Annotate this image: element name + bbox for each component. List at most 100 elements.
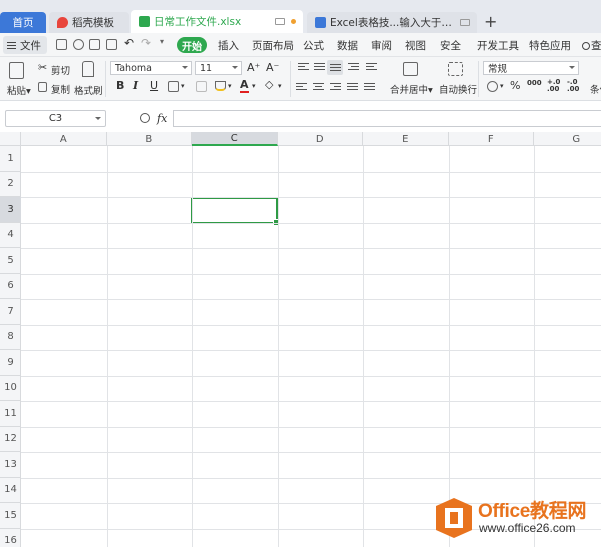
- tab-docer-templates[interactable]: 稻壳模板: [49, 12, 129, 33]
- increase-decimal-button[interactable]: +.0 .00: [547, 79, 560, 93]
- select-all-corner[interactable]: [0, 132, 21, 146]
- menu-security[interactable]: 安全: [440, 38, 461, 53]
- distributed-align-icon[interactable]: [364, 83, 375, 92]
- row-header-10[interactable]: 10: [0, 376, 21, 401]
- row-header-5[interactable]: 5: [0, 248, 21, 274]
- conditional-format-button[interactable]: 条件: [590, 82, 601, 96]
- decrease-decimal-button[interactable]: -.0 .00: [567, 79, 579, 93]
- window-icon[interactable]: [275, 18, 285, 25]
- active-cell[interactable]: [191, 197, 279, 225]
- menu-special-apps[interactable]: 特色应用: [529, 38, 571, 53]
- menu-view[interactable]: 视图: [405, 38, 426, 53]
- cell-style-icon[interactable]: [196, 81, 207, 92]
- column-header-g[interactable]: G: [534, 132, 601, 146]
- column-header-b[interactable]: B: [107, 132, 192, 146]
- paste-icon[interactable]: [9, 62, 24, 79]
- font-name-select[interactable]: Tahoma: [110, 61, 192, 75]
- cut-button[interactable]: 剪切: [51, 63, 70, 77]
- paste-button[interactable]: 粘贴▾: [7, 83, 31, 97]
- italic-button[interactable]: I: [133, 80, 138, 92]
- format-painter-button[interactable]: 格式刷: [74, 83, 103, 97]
- chevron-down-icon[interactable]: ▾: [228, 82, 232, 90]
- row-header-16[interactable]: 16: [0, 529, 21, 547]
- align-middle-icon[interactable]: [314, 63, 325, 72]
- wrap-text-icon[interactable]: [448, 62, 463, 76]
- menu-data[interactable]: 数据: [337, 38, 358, 53]
- align-right-icon[interactable]: [330, 83, 341, 92]
- grow-font-icon[interactable]: A⁺: [247, 62, 260, 74]
- number-format-select[interactable]: 常规: [483, 61, 579, 75]
- justify-icon[interactable]: [347, 83, 358, 92]
- column-header-d[interactable]: D: [278, 132, 363, 146]
- font-color-button[interactable]: A: [240, 79, 249, 93]
- indent-increase-icon[interactable]: [366, 63, 377, 72]
- row-header-8[interactable]: 8: [0, 325, 21, 350]
- name-box[interactable]: C3: [5, 110, 106, 127]
- column-header-c[interactable]: C: [192, 132, 278, 146]
- row-header-3[interactable]: 3: [0, 197, 21, 223]
- align-bottom-button[interactable]: [327, 60, 343, 75]
- chevron-down-icon[interactable]: ▾: [252, 82, 256, 90]
- menu-home-tab[interactable]: 开始: [177, 37, 207, 53]
- align-left-icon[interactable]: [296, 83, 307, 92]
- row-header-2[interactable]: 2: [0, 172, 21, 197]
- row-header-11[interactable]: 11: [0, 401, 21, 427]
- wrap-text-button[interactable]: 自动换行: [439, 82, 477, 96]
- row-header-14[interactable]: 14: [0, 478, 21, 503]
- redo-icon[interactable]: ↷: [141, 36, 151, 50]
- format-painter-icon[interactable]: [82, 61, 94, 77]
- underline-button[interactable]: U: [150, 80, 158, 92]
- indent-decrease-icon[interactable]: [348, 63, 359, 72]
- row-header-7[interactable]: 7: [0, 299, 21, 325]
- quick-access-more-icon[interactable]: ▾: [160, 37, 164, 46]
- eraser-icon[interactable]: ◇: [265, 79, 273, 91]
- scissors-icon[interactable]: ✂: [38, 62, 47, 74]
- print-preview-icon[interactable]: [106, 39, 117, 50]
- row-header-6[interactable]: 6: [0, 274, 21, 299]
- row-header-12[interactable]: 12: [0, 427, 21, 452]
- row-header-15[interactable]: 15: [0, 503, 21, 529]
- row-header-4[interactable]: 4: [0, 223, 21, 248]
- menu-insert[interactable]: 插入: [218, 38, 239, 53]
- file-menu-button[interactable]: 文件: [3, 36, 47, 54]
- undo-icon[interactable]: ↶: [124, 36, 134, 50]
- menu-page-layout[interactable]: 页面布局: [252, 38, 294, 53]
- zoom-icon[interactable]: [140, 113, 150, 123]
- formula-input[interactable]: [173, 110, 601, 127]
- percent-button[interactable]: %: [510, 80, 520, 92]
- tab-word-document[interactable]: Excel表格技...输入大于等于符号: [307, 12, 477, 33]
- chevron-down-icon[interactable]: ▾: [500, 82, 504, 90]
- column-header-a[interactable]: A: [21, 132, 107, 146]
- spreadsheet-grid[interactable]: ABCDEFG 1 2 3 4 5 6 7 8 9 10 11 12 13 14 15 16: [0, 132, 601, 547]
- print-icon[interactable]: [89, 39, 100, 50]
- row-header-13[interactable]: 13: [0, 452, 21, 478]
- menu-developer[interactable]: 开发工具: [477, 38, 519, 53]
- chevron-down-icon[interactable]: ▾: [181, 82, 185, 90]
- copy-icon[interactable]: [38, 82, 47, 92]
- export-icon[interactable]: [73, 39, 84, 50]
- fill-color-icon[interactable]: [215, 81, 226, 91]
- row-header-9[interactable]: 9: [0, 350, 21, 376]
- window-icon[interactable]: [460, 19, 470, 26]
- column-header-e[interactable]: E: [363, 132, 449, 146]
- borders-icon[interactable]: [168, 81, 179, 92]
- font-size-select[interactable]: 11: [195, 61, 242, 75]
- chevron-down-icon[interactable]: ▾: [278, 82, 282, 90]
- copy-button[interactable]: 复制: [51, 82, 70, 96]
- save-icon[interactable]: [56, 39, 67, 50]
- align-top-icon[interactable]: [298, 63, 309, 72]
- menu-review[interactable]: 审阅: [371, 38, 392, 53]
- bold-button[interactable]: B: [116, 80, 124, 92]
- merge-cells-icon[interactable]: [403, 62, 418, 76]
- tab-active-workbook[interactable]: 日常工作文件.xlsx: [131, 10, 303, 33]
- menu-formulas[interactable]: 公式: [303, 38, 324, 53]
- search-button[interactable]: 查: [582, 38, 601, 53]
- shrink-font-icon[interactable]: A⁻: [266, 62, 279, 74]
- merge-center-button[interactable]: 合并居中▾: [390, 82, 433, 96]
- insert-function-button[interactable]: fx: [157, 112, 167, 125]
- tab-home[interactable]: 首页: [0, 12, 46, 33]
- column-header-f[interactable]: F: [449, 132, 534, 146]
- currency-icon[interactable]: [487, 81, 498, 92]
- align-center-icon[interactable]: [313, 83, 324, 92]
- new-tab-button[interactable]: +: [484, 13, 497, 31]
